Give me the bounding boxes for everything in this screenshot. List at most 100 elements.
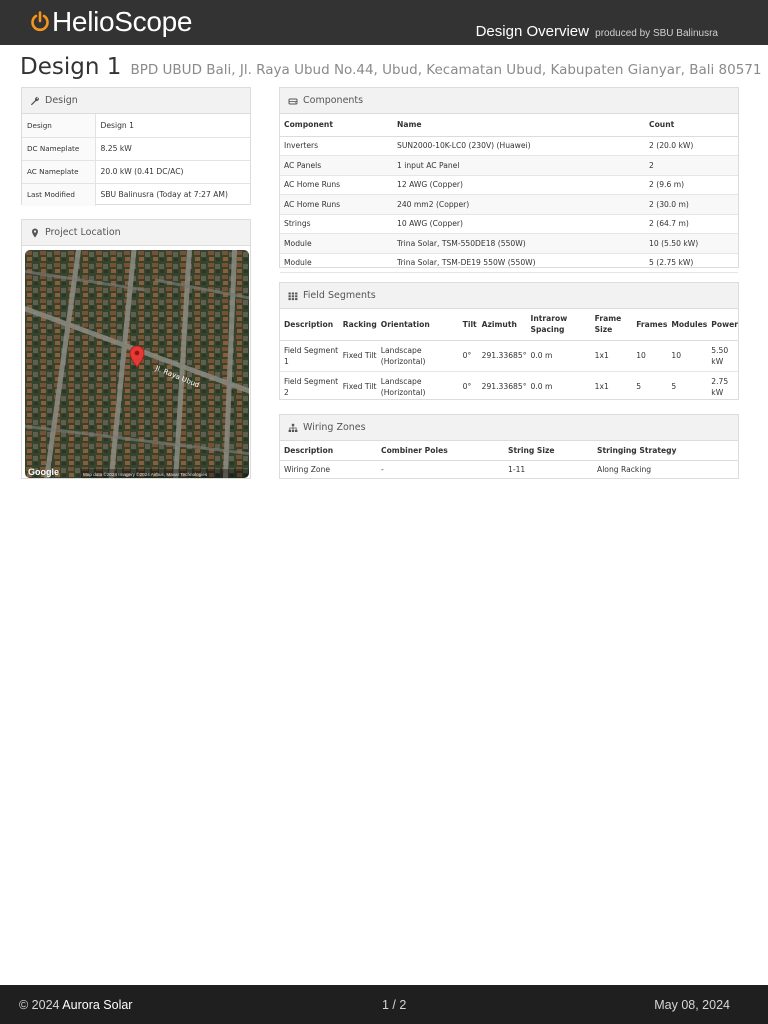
report-header: HelioScope Design Overview produced by S… bbox=[0, 0, 768, 45]
table-row: Module Trina Solar, TSM-DE19 550W (550W)… bbox=[280, 253, 738, 273]
table-cell: 1x1 bbox=[594, 382, 609, 392]
column-header: Count bbox=[645, 114, 738, 137]
row-value: SBU Balinusra (Today at 7:27 AM) bbox=[100, 190, 228, 200]
table-cell: Field Segment 1 bbox=[280, 340, 339, 372]
wiring-zones-panel: Wiring Zones Description Combiner Poles … bbox=[279, 414, 739, 479]
components-panel: Components Component Name Count Inverter… bbox=[279, 87, 739, 273]
table-cell: - bbox=[381, 464, 384, 474]
map-image: Jl. Raya Ubud Google Map data ©2024 Imag… bbox=[25, 250, 249, 478]
design-panel-header: Design bbox=[22, 88, 250, 114]
table-row: DC Nameplate 8.25 kW bbox=[22, 137, 250, 161]
location-panel: Project Location Jl. Raya Ubud Google Ma… bbox=[21, 219, 251, 479]
table-cell: 5.50 kW bbox=[707, 340, 738, 372]
satellite-map[interactable]: Jl. Raya Ubud Google Map data ©2024 Imag… bbox=[25, 250, 249, 478]
field-segments-panel-title: Field Segments bbox=[303, 290, 376, 301]
table-row: Design Design 1 bbox=[22, 114, 250, 138]
column-header: Stringing Strategy bbox=[593, 441, 738, 461]
helioscope-logo: HelioScope bbox=[30, 6, 193, 38]
table-row: Last Modified SBU Balinusra (Today at 7:… bbox=[22, 183, 250, 206]
field-segments-panel-header: Field Segments bbox=[280, 283, 738, 309]
design-table: Design Design 1 DC Nameplate 8.25 kW AC … bbox=[22, 114, 250, 206]
components-panel-header: Components bbox=[280, 88, 738, 114]
table-row: AC Nameplate 20.0 kW (0.41 DC/AC) bbox=[22, 160, 250, 184]
table-cell: Landscape (Horizontal) bbox=[376, 340, 459, 372]
report-title: Design Overview produced by SBU Balinusr… bbox=[476, 23, 718, 40]
page-title: Design 1 BPD UBUD Bali, Jl. Raya Ubud No… bbox=[20, 54, 761, 80]
table-cell: 1x1 bbox=[590, 340, 633, 372]
column-header: Azimuth bbox=[477, 309, 527, 341]
table-cell: 291.33685° bbox=[477, 340, 527, 372]
row-key: AC Nameplate bbox=[22, 160, 96, 184]
wiring-zones-table: Description Combiner Poles String Size S… bbox=[280, 441, 738, 478]
hard-drive-icon bbox=[288, 98, 298, 104]
report-date: May 08, 2024 bbox=[654, 998, 730, 1012]
copyright-text: © 2024 bbox=[19, 998, 60, 1012]
table-cell: 10 bbox=[632, 340, 668, 372]
location-panel-title: Project Location bbox=[45, 227, 121, 238]
table-cell: 1-11 bbox=[508, 464, 526, 474]
table-cell: Wiring Zone bbox=[284, 464, 331, 474]
table-header-row: Description Racking Orientation Tilt Azi… bbox=[280, 309, 738, 341]
company-name: Aurora Solar bbox=[62, 998, 133, 1012]
column-header: Frame Size bbox=[590, 309, 633, 341]
table-cell: 2 (64.7 m) bbox=[645, 214, 738, 234]
field-segments-table: Description Racking Orientation Tilt Azi… bbox=[280, 309, 738, 402]
page-number: 1 / 2 bbox=[382, 998, 407, 1012]
table-row: Field Segment 2 Fixed Tilt Landscape (Ho… bbox=[280, 371, 738, 402]
column-header: Intrarow Spacing bbox=[526, 309, 591, 341]
table-cell: 2 bbox=[645, 155, 738, 176]
table-cell: 291.33685° bbox=[481, 382, 527, 392]
sitemap-icon bbox=[288, 423, 298, 432]
report-title-text: Design Overview bbox=[475, 23, 589, 40]
row-value: 20.0 kW (0.41 DC/AC) bbox=[95, 160, 250, 184]
column-header: Frames bbox=[632, 309, 668, 341]
table-row: Module Trina Solar, TSM-550DE18 (550W) 1… bbox=[280, 233, 738, 254]
table-cell: 12 AWG (Copper) bbox=[393, 175, 645, 195]
table-cell: 2 (9.6 m) bbox=[645, 175, 738, 195]
table-cell: 2 (20.0 kW) bbox=[645, 136, 738, 156]
field-segments-panel: Field Segments Description Racking Orien… bbox=[279, 282, 739, 400]
table-row: AC Home Runs 12 AWG (Copper) 2 (9.6 m) bbox=[280, 175, 738, 195]
footer-copyright: © 2024 Aurora Solar bbox=[19, 998, 132, 1012]
row-value: Design 1 bbox=[95, 114, 250, 138]
table-cell: Strings bbox=[280, 214, 393, 234]
column-header: Orientation bbox=[376, 309, 459, 341]
table-cell: 10 (5.50 kW) bbox=[645, 233, 738, 254]
column-header: Power bbox=[707, 309, 738, 341]
column-header: Description bbox=[280, 441, 377, 461]
table-row: Strings 10 AWG (Copper) 2 (64.7 m) bbox=[280, 214, 738, 234]
table-cell: Fixed Tilt bbox=[342, 382, 377, 392]
table-cell: 5 bbox=[671, 382, 677, 392]
table-cell: Trina Solar, TSM-550DE18 (550W) bbox=[393, 233, 645, 254]
design-panel-title: Design bbox=[45, 95, 78, 106]
table-cell: 5 (2.75 kW) bbox=[645, 253, 738, 273]
table-row: Wiring Zone - 1-11 Along Racking bbox=[280, 460, 738, 478]
table-header-row: Description Combiner Poles String Size S… bbox=[280, 441, 738, 461]
grid-icon bbox=[288, 292, 298, 300]
table-cell: 0° bbox=[462, 382, 472, 392]
table-cell: Along Racking bbox=[597, 464, 652, 474]
components-table: Component Name Count Inverters SUN2000-1… bbox=[280, 114, 738, 273]
google-logo: Google bbox=[28, 467, 59, 477]
wiring-zones-panel-header: Wiring Zones bbox=[280, 415, 738, 441]
column-header: Component bbox=[280, 114, 393, 137]
design-name: Design 1 bbox=[20, 54, 122, 80]
table-row: AC Panels 1 input AC Panel 2 bbox=[280, 155, 738, 176]
table-cell: 240 mm2 (Copper) bbox=[393, 194, 645, 215]
report-footer: © 2024 Aurora Solar 1 / 2 May 08, 2024 bbox=[0, 985, 768, 1024]
table-header-row: Component Name Count bbox=[280, 114, 738, 137]
table-cell: Trina Solar, TSM-DE19 550W (550W) bbox=[393, 253, 645, 273]
brand-name: HelioScope bbox=[52, 6, 193, 37]
table-cell: AC Home Runs bbox=[280, 194, 393, 215]
table-row: Field Segment 1 Fixed Tilt Landscape (Ho… bbox=[280, 340, 738, 372]
wiring-zones-panel-title: Wiring Zones bbox=[303, 422, 366, 433]
table-cell: 0.0 m bbox=[530, 382, 553, 392]
table-row: Inverters SUN2000-10K-LC0 (230V) (Huawei… bbox=[280, 136, 738, 156]
table-cell: 0° bbox=[458, 340, 478, 372]
table-cell: 2 (30.0 m) bbox=[645, 194, 738, 215]
table-cell: Landscape (Horizontal) bbox=[380, 376, 426, 397]
column-header: Tilt bbox=[458, 309, 478, 341]
produced-by: produced by SBU Balinusra bbox=[595, 28, 718, 39]
power-icon bbox=[31, 11, 49, 32]
table-cell: 5 bbox=[636, 382, 642, 392]
